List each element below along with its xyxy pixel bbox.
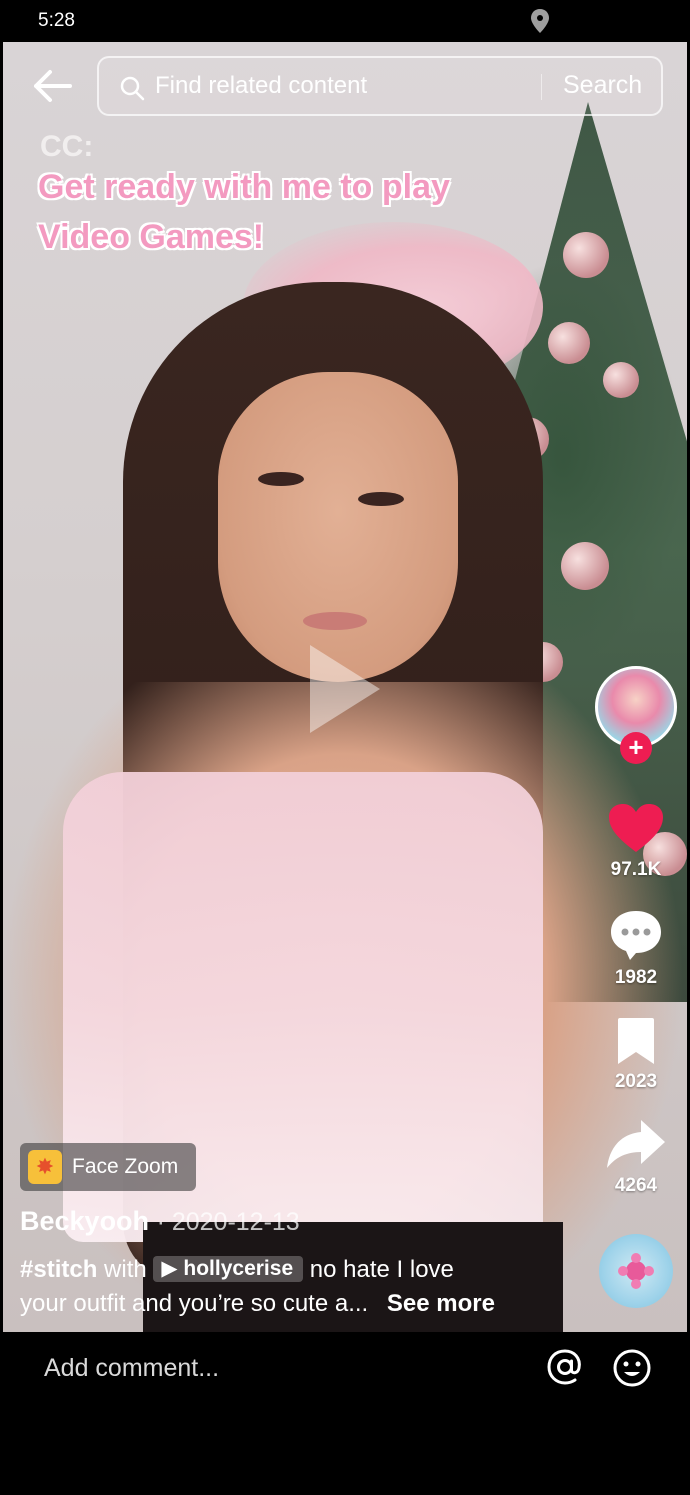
search-icon [120, 76, 145, 101]
flower-icon [618, 1253, 654, 1289]
see-more-link[interactable]: See more [387, 1290, 495, 1317]
comment-input[interactable]: Add comment... [44, 1354, 219, 1383]
share-arrow-icon [607, 1120, 665, 1168]
description-line-2: your outfit and you’re so cute a... [20, 1290, 369, 1317]
search-input[interactable]: Find related content [155, 72, 367, 100]
ornament [561, 542, 609, 590]
share-button[interactable]: 4264 [590, 1118, 682, 1197]
author-line: Beckyooh · 2020-12-13 [20, 1206, 300, 1237]
effect-label: Face Zoom [72, 1155, 179, 1178]
lips [303, 612, 367, 630]
like-count: 97.1K [610, 859, 662, 880]
cc-label: CC: [40, 130, 94, 163]
caption-line-1: Get ready with me to play [38, 168, 450, 206]
play-icon[interactable] [310, 645, 380, 733]
follow-plus-button[interactable]: + [620, 732, 652, 764]
with-word: with [104, 1256, 147, 1283]
mention-at-icon[interactable] [546, 1348, 584, 1386]
heart-icon [609, 804, 663, 852]
eye [258, 472, 304, 486]
stitched-user-chip[interactable]: ▶ hollycerise [153, 1256, 304, 1282]
eye [358, 492, 404, 506]
search-divider [541, 74, 542, 100]
post-description: #stitch with ▶ hollycerise no hate I lov… [20, 1253, 580, 1321]
author-name[interactable]: Beckyooh [20, 1206, 149, 1236]
description-line-1: no hate I love [309, 1256, 454, 1283]
save-button[interactable]: 2023 [590, 1016, 682, 1093]
top-bar: Find related content Search [0, 56, 690, 116]
like-button[interactable]: 97.1K [590, 802, 682, 881]
ornament [548, 322, 590, 364]
ornament [603, 362, 639, 398]
face [218, 372, 458, 682]
back-arrow-icon[interactable] [30, 66, 74, 106]
location-icon [531, 9, 549, 33]
hashtag-stitch[interactable]: #stitch [20, 1256, 97, 1283]
effect-badge[interactable]: ✸ Face Zoom [20, 1143, 196, 1191]
status-bar: 5:28 [0, 0, 690, 42]
save-count: 2023 [614, 1071, 658, 1092]
post-date: · 2020-12-13 [156, 1208, 300, 1236]
status-time: 5:28 [38, 10, 75, 31]
emoji-icon[interactable] [612, 1348, 652, 1388]
search-button[interactable]: Search [563, 71, 642, 100]
caption-line-2: Video Games! [38, 218, 265, 256]
ornament [563, 232, 609, 278]
comment-bar: Add comment... [0, 1332, 690, 1404]
stitched-user: hollycerise [183, 1257, 294, 1280]
comment-count: 1982 [614, 967, 658, 988]
music-disc[interactable] [599, 1234, 673, 1308]
search-bar[interactable]: Find related content Search [97, 56, 663, 116]
comment-icon [611, 911, 661, 960]
sparkle-icon: ✸ [28, 1150, 62, 1184]
comment-button[interactable]: 1982 [590, 908, 682, 989]
bookmark-icon [618, 1018, 654, 1064]
share-count: 4264 [614, 1175, 658, 1196]
play-triangle-icon: ▶ [161, 1257, 178, 1280]
